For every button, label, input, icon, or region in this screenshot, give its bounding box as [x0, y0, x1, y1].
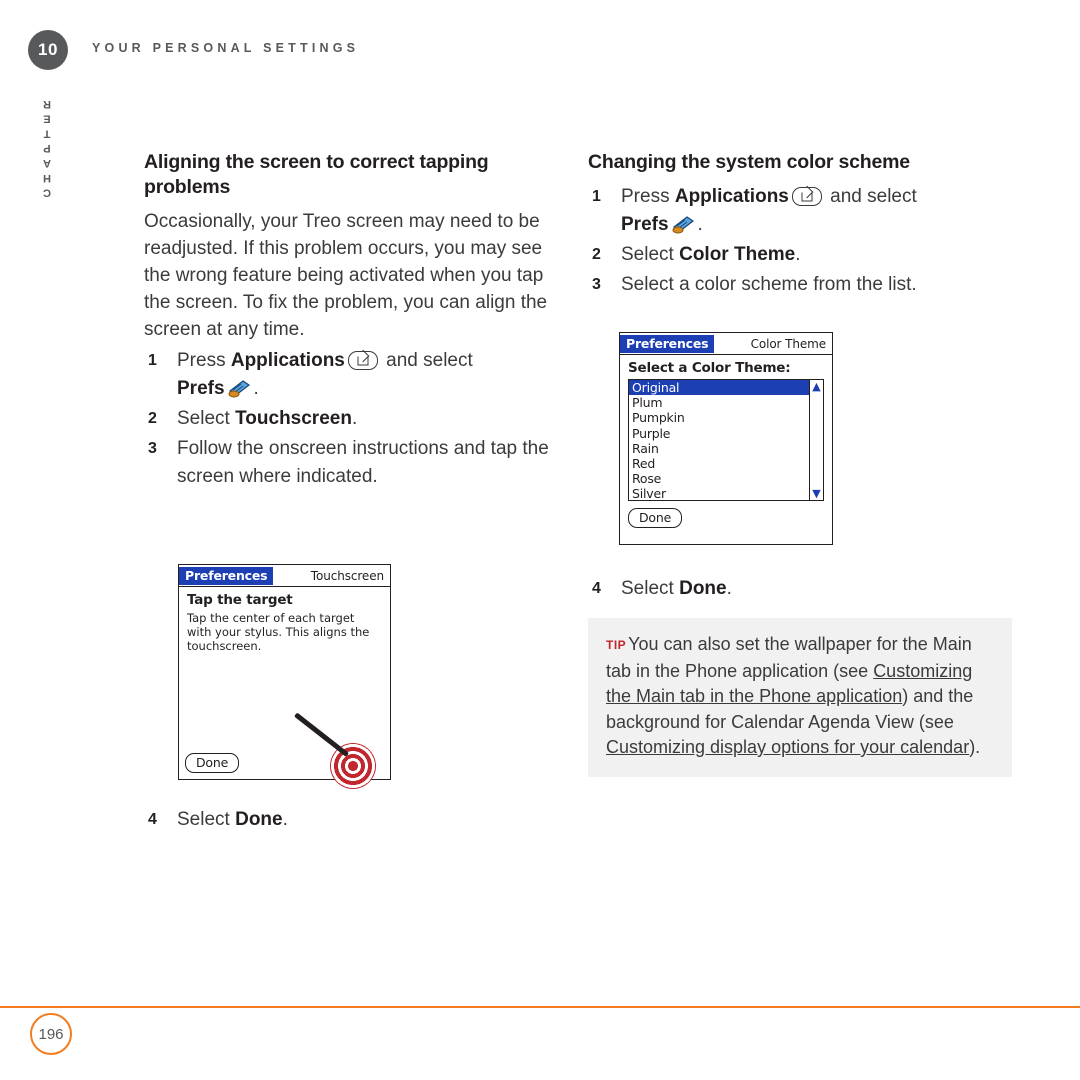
done-button[interactable]: Done — [185, 753, 240, 773]
step-number: 2 — [148, 410, 157, 427]
stylus-icon — [293, 712, 350, 757]
step-text: Select a color scheme from the list. — [621, 274, 917, 295]
right-steps-list: 1 Press Applications and select Prefs . 2… — [588, 183, 1012, 299]
step-bold-touchscreen: Touchscreen — [235, 408, 352, 429]
done-button[interactable]: Done — [628, 508, 683, 528]
cross-reference-link-calendar-display[interactable]: Customizing display options for your cal… — [606, 737, 969, 757]
step-number: 1 — [148, 352, 157, 369]
chapter-number: 10 — [38, 40, 58, 59]
page-number-badge: 196 — [30, 1013, 72, 1055]
list-item[interactable]: Rain — [629, 441, 823, 456]
left-body-paragraph: Occasionally, your Treo screen may need … — [144, 211, 548, 340]
right-final-step: 4 Select Done. — [588, 573, 1012, 605]
chapter-sidebar-label: CHAPTER — [41, 95, 53, 199]
step-number: 1 — [592, 188, 601, 205]
step-text: Select — [177, 408, 236, 429]
device-titlebar: Preferences Color Theme — [620, 333, 832, 355]
prefs-icon — [672, 214, 695, 234]
scroll-down-icon[interactable]: ▼ — [811, 488, 822, 499]
left-section-heading: Aligning the screen to correct tapping p… — [144, 151, 489, 198]
step-number: 4 — [148, 811, 157, 828]
touchscreen-preferences-screenshot: Preferences Touchscreen Tap the target T… — [178, 564, 391, 789]
step-bold-color-theme: Color Theme — [679, 244, 796, 265]
step-text-after: . — [795, 244, 801, 265]
device-body: Select a Color Theme: Original Plum Pump… — [620, 355, 832, 533]
prefs-icon — [228, 378, 251, 398]
right-section-heading: Changing the system color scheme — [588, 151, 910, 173]
step-bold-applications: Applications — [674, 186, 789, 207]
list-item[interactable]: Original — [629, 380, 823, 396]
step-number: 2 — [592, 246, 601, 263]
step-text-after: . — [726, 578, 732, 599]
step-text: Select — [177, 809, 236, 830]
tap-instructions: Tap the center of each target with your … — [187, 611, 370, 653]
step-text-after: . — [253, 378, 259, 399]
device-titlebar: Preferences Touchscreen — [179, 565, 390, 587]
list-item: 4 Select Done. — [144, 806, 564, 834]
list-item: 3 Follow the onscreen instructions and ta… — [144, 435, 564, 491]
list-item: 4 Select Done. — [588, 575, 1012, 603]
device-body: Tap the target Tap the center of each ta… — [179, 587, 390, 789]
footer-divider — [0, 1006, 1080, 1008]
list-item[interactable]: Red — [629, 456, 823, 471]
step-text: Press — [177, 350, 231, 371]
page-header-title: YOUR PERSONAL SETTINGS — [92, 41, 360, 55]
step-number: 3 — [148, 440, 157, 457]
list-item: 1 Press Applications and select Prefs . — [588, 183, 1012, 239]
list-scrollbar[interactable]: ▲ ▼ — [809, 380, 823, 500]
preferences-tab[interactable]: Preferences — [620, 334, 715, 353]
list-item: 2 Select Touchscreen. — [144, 405, 564, 433]
tip-label: TIP — [606, 638, 627, 652]
step-text-mid: and select — [380, 350, 473, 371]
applications-icon — [347, 349, 378, 370]
left-final-steps-list: 4 Select Done. — [144, 806, 564, 834]
select-color-theme-heading: Select a Color Theme: — [628, 360, 791, 376]
list-item: 3 Select a color scheme from the list. — [588, 271, 1012, 299]
chapter-number-badge: 10 — [28, 30, 68, 70]
applications-icon — [791, 185, 822, 206]
right-final-steps-list: 4 Select Done. — [588, 575, 1012, 603]
tap-the-target-heading: Tap the target — [187, 592, 293, 608]
step-text: Press — [621, 186, 675, 207]
list-item[interactable]: Pumpkin — [629, 410, 823, 425]
left-steps-list: 1 Press Applications and select Prefs . 2… — [144, 347, 564, 491]
color-theme-listbox[interactable]: Original Plum Pumpkin Purple Rain Red Ro… — [628, 379, 824, 501]
color-theme-preferences-screenshot: Preferences Color Theme Select a Color T… — [619, 332, 833, 545]
prefs-icon-svg — [228, 380, 250, 398]
tip-text: TIP You can also set the wallpaper for th… — [606, 632, 994, 761]
left-column: Aligning the screen to correct tapping p… — [144, 150, 564, 493]
step-bold-done: Done — [235, 809, 283, 830]
step-bold-prefs: Prefs — [177, 378, 225, 399]
prefs-icon-svg — [672, 216, 694, 234]
step-text: Follow the onscreen instructions and tap… — [177, 438, 549, 487]
step-text: Select — [621, 578, 680, 599]
right-column: Changing the system color scheme 1 Press … — [588, 150, 1012, 301]
list-item[interactable]: Purple — [629, 426, 823, 441]
left-final-step: 4 Select Done. — [144, 804, 564, 836]
step-text-mid: and select — [824, 186, 917, 207]
step-bold-done: Done — [679, 578, 727, 599]
step-bold-applications: Applications — [230, 350, 345, 371]
device-screen-title: Color Theme — [750, 336, 827, 351]
step-text-after: . — [697, 214, 703, 235]
step-text: Select — [621, 244, 680, 265]
list-item: 1 Press Applications and select Prefs . — [144, 347, 564, 403]
preferences-tab[interactable]: Preferences — [179, 566, 274, 585]
tip-text-3: ). — [969, 737, 981, 757]
step-number: 3 — [592, 276, 601, 293]
step-bold-prefs: Prefs — [621, 214, 669, 235]
step-text-after: . — [351, 408, 358, 429]
list-item: 2 Select Color Theme. — [588, 241, 1012, 269]
step-number: 4 — [592, 580, 601, 597]
list-item[interactable]: Rose — [629, 471, 823, 486]
page-number: 196 — [38, 1025, 64, 1043]
scroll-up-icon[interactable]: ▲ — [811, 381, 822, 392]
tip-callout-box: TIP You can also set the wallpaper for th… — [588, 618, 1012, 777]
device-screen-title: Touchscreen — [310, 568, 384, 583]
color-theme-list: Original Plum Pumpkin Purple Rain Red Ro… — [629, 380, 823, 500]
list-item[interactable]: Silver — [629, 486, 823, 500]
step-text-after: . — [282, 809, 288, 830]
list-item[interactable]: Plum — [629, 395, 823, 410]
